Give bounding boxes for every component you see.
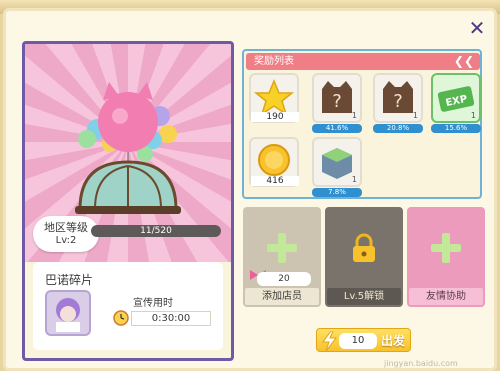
reward-amount: 190 <box>251 112 299 122</box>
plus-icon <box>431 233 461 263</box>
depart-label: 出发 <box>381 334 406 348</box>
shop-card: 地区等级 Lv:2 11/520 巴诺碎片 宣传用时 0:30:00 <box>22 41 234 361</box>
locked-slot: Lv.5解锁 <box>325 207 403 307</box>
lock-icon <box>353 233 375 262</box>
unlock-level-label: Lv.5解锁 <box>327 288 401 305</box>
chevrons-icon: ❮❮ <box>453 54 474 68</box>
svg-text:?: ? <box>393 91 403 112</box>
reward-list-header: 奖励列表 ❮❮ <box>246 53 480 70</box>
fragment-title: 巴诺碎片 <box>45 273 94 287</box>
reward-list-title: 奖励列表 <box>254 56 294 67</box>
plus-icon <box>267 233 297 263</box>
reward-slot-coin[interactable]: 416 <box>249 137 299 187</box>
fragment-avatar[interactable] <box>45 290 91 336</box>
close-button[interactable]: ✕ <box>466 17 488 39</box>
add-staff-label: 添加店员 <box>245 288 319 305</box>
drop-chance-bar: 15.6% <box>431 124 481 133</box>
reward-count: 1 <box>412 111 418 120</box>
reward-count: 1 <box>351 111 357 120</box>
reward-slot-star[interactable]: 190 <box>249 73 299 123</box>
reward-count: 1 <box>351 175 357 184</box>
watermark: jingyan.baidu.com <box>384 359 458 368</box>
drop-chance-bar: 41.6% <box>312 124 362 133</box>
reward-slot-exp[interactable]: EXP 1 <box>431 73 481 123</box>
reward-dialog: ✕ 地区等级 Lv:2 11/520 巴诺碎片 宣传用时 0:30:00 奖励列… <box>3 8 497 371</box>
lightning-icon <box>322 331 338 351</box>
region-level-value: Lv:2 <box>55 235 77 246</box>
drop-chance-bar: 20.8% <box>373 124 423 133</box>
clock-icon <box>113 310 129 326</box>
fragment-info: 巴诺碎片 宣传用时 0:30:00 <box>33 262 223 350</box>
exp-progress-bar: 11/520 <box>91 225 221 237</box>
region-level-label: 地区等级 <box>44 221 88 234</box>
reward-count: 1 <box>470 111 476 120</box>
drop-chance-bar: 7.8% <box>312 188 362 197</box>
friend-help-button[interactable]: 友情协助 <box>407 207 485 307</box>
region-level-badge: 地区等级 Lv:2 <box>33 216 99 252</box>
reward-slot-mystery-2[interactable]: ? 1 <box>373 73 423 123</box>
friend-help-label: 友情协助 <box>409 288 483 305</box>
staff-count: 20 <box>257 272 311 286</box>
promo-time-value: 0:30:00 <box>131 311 211 326</box>
depart-button[interactable]: 10 出发 <box>316 328 411 352</box>
svg-text:?: ? <box>332 91 342 112</box>
reward-slot-mystery-1[interactable]: ? 1 <box>312 73 362 123</box>
reward-list-panel: 奖励列表 ❮❮ 190 ? 1 41.6% ? 1 20.8% EXP 1 15… <box>242 49 482 199</box>
reward-slot-grass[interactable]: 1 <box>312 137 362 187</box>
add-staff-button[interactable]: 20 添加店员 <box>243 207 321 307</box>
energy-cost: 10 <box>339 333 377 349</box>
promo-time-label: 宣传用时 <box>133 298 173 309</box>
reward-amount: 416 <box>251 176 299 186</box>
